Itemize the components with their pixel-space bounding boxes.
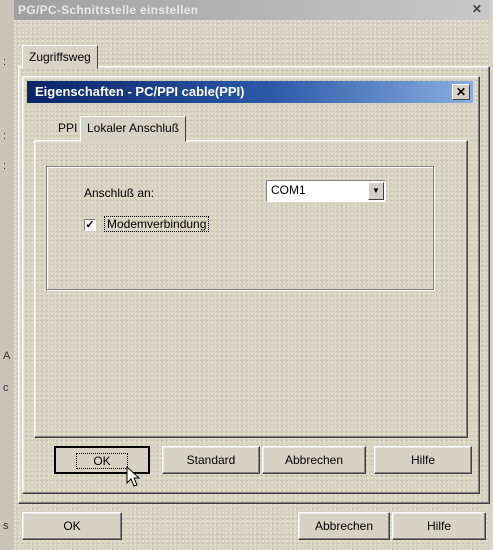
close-icon[interactable]: ✕ xyxy=(470,3,484,16)
standard-button[interactable]: Standard xyxy=(162,446,260,474)
outer-help-button[interactable]: Hilfe xyxy=(392,512,486,540)
outer-title-bar[interactable]: PG/PC-Schnittstelle einstellen ✕ xyxy=(14,0,490,20)
port-select-value: COM1 xyxy=(271,183,306,197)
inner-dialog-title: Eigenschaften - PC/PPI cable(PPI) xyxy=(35,84,245,99)
strip-char: c xyxy=(3,382,9,394)
tab-access-path[interactable]: Zugriffsweg xyxy=(22,45,98,69)
strip-char: : xyxy=(3,160,7,172)
outer-window-title: PG/PC-Schnittstelle einstellen xyxy=(18,3,199,17)
mouse-cursor-icon xyxy=(126,466,140,487)
strip-char: : xyxy=(3,130,7,142)
tab-ppi[interactable]: PPI xyxy=(52,117,83,139)
strip-char: A xyxy=(3,350,11,362)
inner-title-bar[interactable]: Eigenschaften - PC/PPI cable(PPI) ✕ xyxy=(27,81,473,103)
strip-char: s xyxy=(3,520,9,532)
ok-button-label: OK xyxy=(76,453,128,469)
close-icon[interactable]: ✕ xyxy=(452,84,470,100)
port-label: Anschluß an: xyxy=(84,186,154,200)
outer-cancel-button[interactable]: Abbrechen xyxy=(298,512,390,540)
port-label-text: Anschluß an: xyxy=(84,186,155,200)
port-select[interactable]: COM1 ▼ xyxy=(266,180,386,202)
help-button[interactable]: Hilfe xyxy=(374,446,472,474)
cancel-button[interactable]: Abbrechen xyxy=(262,446,366,474)
outer-ok-button[interactable]: OK xyxy=(22,512,122,540)
tab-local-port[interactable]: Lokaler Anschluß xyxy=(80,116,187,142)
chevron-down-icon[interactable]: ▼ xyxy=(368,182,384,200)
modem-checkbox-label[interactable]: Modemverbindung xyxy=(104,216,210,232)
modem-checkbox[interactable]: ✓ xyxy=(84,219,96,231)
background-window-strip: : : : A c s xyxy=(0,0,14,550)
strip-char: : xyxy=(3,56,7,68)
